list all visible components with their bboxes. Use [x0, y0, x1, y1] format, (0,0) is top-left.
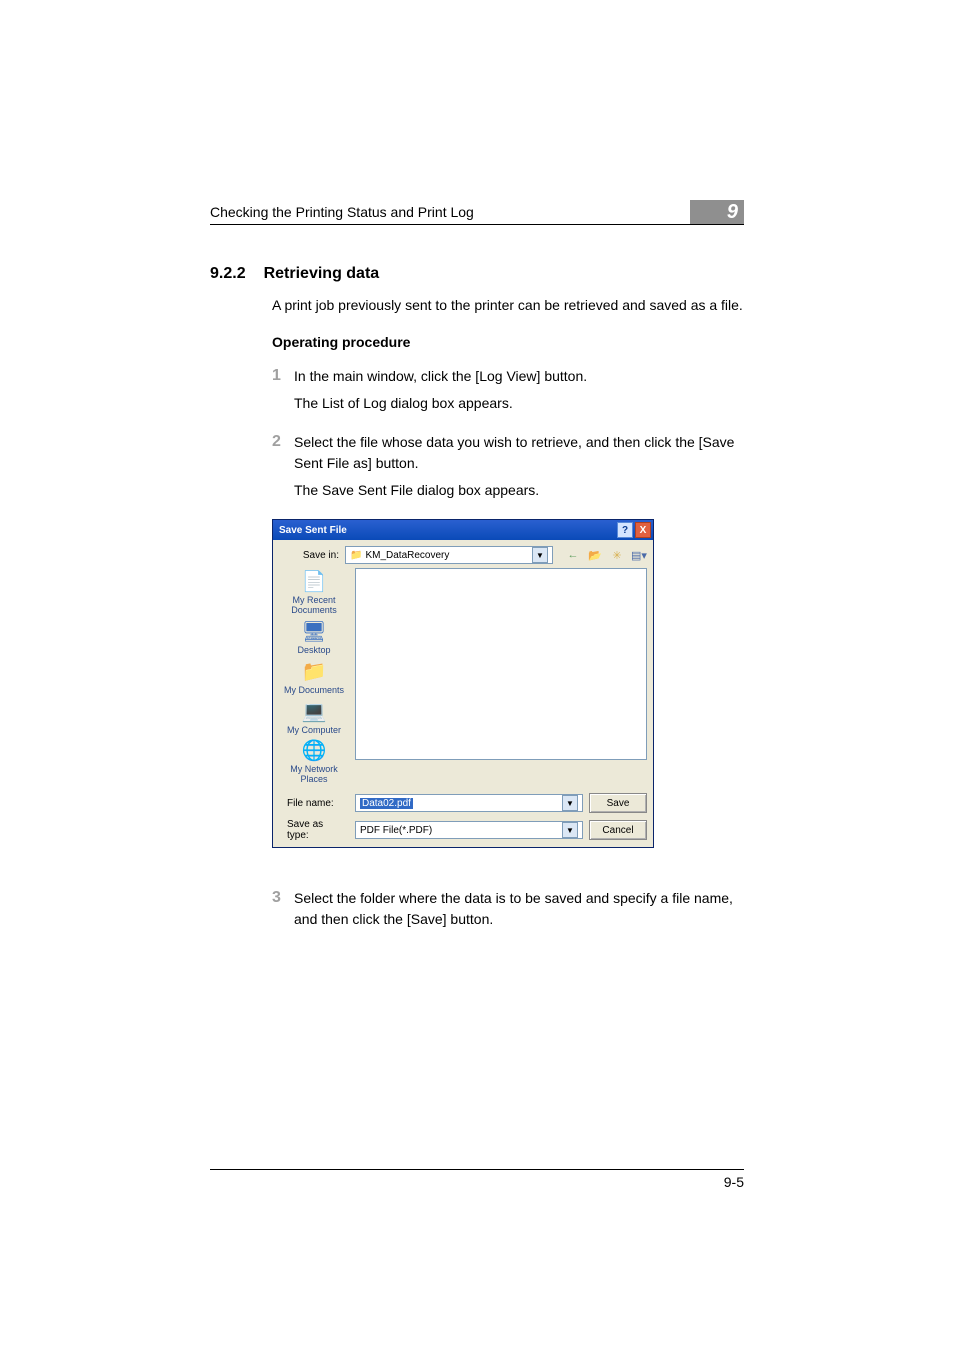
chevron-down-icon[interactable]: ▼ [562, 822, 578, 838]
dialog-title-text: Save Sent File [279, 525, 347, 536]
section-heading: 9.2.2 Retrieving data [210, 265, 744, 283]
dialog-body: Save in: 📁 KM_DataRecovery ▼ ← 📂 ✳ ▤▾ 📄 [273, 540, 653, 847]
dialog-titlebar[interactable]: Save Sent File ? X [273, 520, 653, 540]
filename-input[interactable]: Data02.pdf ▼ [355, 794, 583, 812]
cancel-button[interactable]: Cancel [589, 820, 647, 840]
save-sent-file-dialog: Save Sent File ? X Save in: 📁 KM_DataRec… [272, 519, 654, 848]
close-button[interactable]: X [635, 522, 651, 538]
help-button[interactable]: ? [617, 522, 633, 538]
save-button[interactable]: Save [589, 793, 647, 813]
filename-label: File name: [279, 798, 347, 809]
computer-icon: 💻 [300, 700, 328, 724]
folder-icon: 📁 [350, 550, 362, 561]
place-label: Desktop [297, 646, 330, 656]
place-documents[interactable]: 📁 My Documents [284, 660, 344, 696]
place-network[interactable]: 🌐 My Network Places [279, 739, 349, 785]
places-bar: 📄 My Recent Documents 🖥 Desktop 📁 My Doc… [279, 568, 349, 787]
place-desktop[interactable]: 🖥 Desktop [297, 620, 330, 656]
save-type-combo[interactable]: PDF File(*.PDF) ▼ [355, 821, 583, 839]
save-type-label: Save as type: [279, 819, 347, 841]
place-computer[interactable]: 💻 My Computer [287, 700, 341, 736]
header-title: Checking the Printing Status and Print L… [210, 204, 474, 220]
dialog-toolbar: ← 📂 ✳ ▤▾ [565, 547, 647, 563]
chevron-down-icon[interactable]: ▼ [532, 547, 548, 563]
desktop-icon: 🖥 [300, 620, 328, 644]
help-icon: ? [622, 525, 628, 536]
place-label: My Documents [284, 686, 344, 696]
step-text: Select the file whose data you wish to r… [294, 432, 744, 474]
section-title: Retrieving data [264, 265, 380, 283]
page-header: Checking the Printing Status and Print L… [210, 200, 744, 225]
place-label: My Recent Documents [279, 596, 349, 616]
step-1: 1 In the main window, click the [Log Vie… [272, 366, 744, 387]
step-1-sub: The List of Log dialog box appears. [294, 393, 744, 414]
section-number: 9.2.2 [210, 265, 246, 283]
up-folder-icon[interactable]: 📂 [587, 547, 603, 563]
procedure-label: Operating procedure [272, 334, 744, 350]
step-number: 1 [272, 366, 294, 387]
file-list-area[interactable] [355, 568, 647, 760]
place-label: My Computer [287, 726, 341, 736]
new-folder-icon[interactable]: ✳ [609, 547, 625, 563]
page-number: 9-5 [724, 1174, 744, 1190]
filename-value: Data02.pdf [360, 798, 413, 809]
recent-icon: 📄 [300, 570, 328, 594]
step-number: 2 [272, 432, 294, 474]
save-in-label: Save in: [279, 550, 339, 561]
page-footer: 9-5 [210, 1169, 744, 1190]
close-icon: X [640, 525, 647, 536]
step-2: 2 Select the file whose data you wish to… [272, 432, 744, 474]
chapter-tab: 9 [690, 200, 744, 224]
chevron-down-icon[interactable]: ▼ [562, 795, 578, 811]
documents-icon: 📁 [300, 660, 328, 684]
save-type-value: PDF File(*.PDF) [360, 825, 432, 836]
step-3: 3 Select the folder where the data is to… [272, 888, 744, 930]
views-icon[interactable]: ▤▾ [631, 547, 647, 563]
back-icon[interactable]: ← [565, 547, 581, 563]
step-text: Select the folder where the data is to b… [294, 888, 744, 930]
step-number: 3 [272, 888, 294, 930]
save-in-value: KM_DataRecovery [365, 550, 449, 561]
network-icon: 🌐 [300, 739, 328, 763]
step-text: In the main window, click the [Log View]… [294, 366, 744, 387]
section-intro: A print job previously sent to the print… [272, 295, 744, 316]
place-label: My Network Places [279, 765, 349, 785]
step-2-sub: The Save Sent File dialog box appears. [294, 480, 744, 501]
save-in-combo[interactable]: 📁 KM_DataRecovery ▼ [345, 546, 553, 564]
place-recent[interactable]: 📄 My Recent Documents [279, 570, 349, 616]
